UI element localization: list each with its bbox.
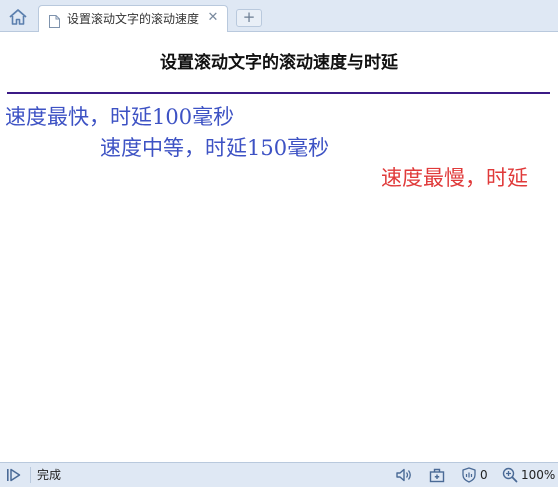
marquee-fast: 速度最快，时延100毫秒 bbox=[5, 105, 235, 129]
status-bar: 完成 0 100% bbox=[0, 462, 558, 487]
blocked-count: 0 bbox=[480, 468, 488, 482]
new-tab-button[interactable]: + bbox=[236, 9, 262, 27]
shield-icon[interactable] bbox=[462, 467, 476, 483]
close-icon[interactable]: ✕ bbox=[207, 11, 219, 24]
marquee-medium: 速度中等，时延150毫秒 bbox=[100, 136, 330, 160]
marquee-slow: 速度最慢，时延 bbox=[381, 166, 528, 190]
tab-bar: 设置滚动文字的滚动速度 ✕ + bbox=[0, 0, 558, 32]
zoom-icon[interactable] bbox=[502, 467, 518, 483]
browser-window: 设置滚动文字的滚动速度 ✕ + 设置滚动文字的滚动速度与时延 速度最快，时延10… bbox=[0, 0, 558, 487]
horizontal-rule bbox=[7, 92, 550, 94]
sound-icon[interactable] bbox=[396, 468, 413, 482]
status-divider bbox=[30, 467, 31, 483]
page-content: 设置滚动文字的滚动速度与时延 速度最快，时延100毫秒 速度中等，时延150毫秒… bbox=[0, 32, 558, 462]
play-icon[interactable] bbox=[6, 468, 22, 482]
status-text: 完成 bbox=[37, 468, 62, 482]
tab-active[interactable]: 设置滚动文字的滚动速度 ✕ bbox=[38, 5, 228, 32]
page-title: 设置滚动文字的滚动速度与时延 bbox=[160, 53, 398, 73]
home-icon[interactable] bbox=[7, 7, 29, 27]
tab-title: 设置滚动文字的滚动速度 bbox=[67, 12, 200, 26]
page-icon bbox=[49, 13, 60, 28]
toolbox-icon[interactable] bbox=[429, 467, 445, 483]
zoom-level[interactable]: 100% bbox=[521, 468, 555, 482]
